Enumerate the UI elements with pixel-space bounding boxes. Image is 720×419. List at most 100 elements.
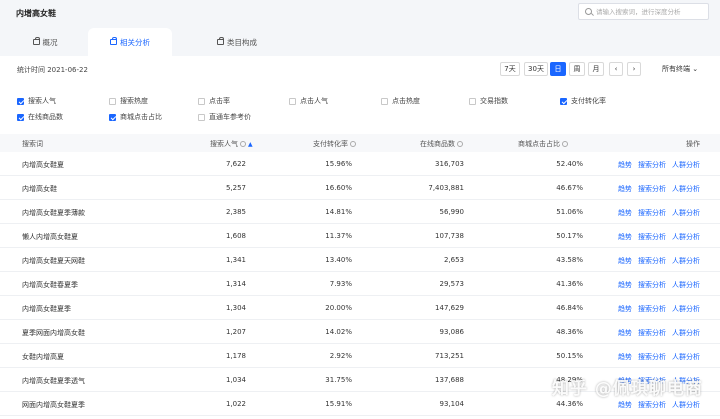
search-analysis-link[interactable]: 搜索分析 [638,328,666,338]
trend-link[interactable]: 趋势 [618,328,632,338]
search-analysis-link[interactable]: 搜索分析 [638,256,666,266]
tab-related-analysis[interactable]: 相关分析 [88,28,172,56]
cell-mall-click-ratio: 51.06% [556,208,583,216]
checkbox-checked-icon[interactable] [17,97,24,105]
metric-checkbox[interactable]: 点击人气 [289,96,328,106]
trend-link[interactable]: 趋势 [618,184,632,194]
crowd-analysis-link[interactable]: 人群分析 [672,304,700,314]
crowd-analysis-link[interactable]: 人群分析 [672,400,700,410]
cell-mall-click-ratio: 50.17% [556,232,583,240]
metric-checkbox[interactable]: 在线商品数 [17,112,63,122]
table-row: 内增高女鞋夏季薄款 2,385 14.81% 56,990 51.06% 趋势 搜索分析 人群… [0,200,720,224]
trend-link[interactable]: 趋势 [618,280,632,290]
trend-link[interactable]: 趋势 [618,232,632,242]
metric-label: 支付转化率 [571,97,606,105]
checkbox-unchecked-icon[interactable] [109,97,116,105]
checkbox-unchecked-icon[interactable] [381,97,388,105]
content-panel: 统计时间 2021-06-22 7天 30天 日 周 月 ‹ › 所有终端 ⌄ … [0,56,720,419]
search-analysis-link[interactable]: 搜索分析 [638,160,666,170]
trend-link[interactable]: 趋势 [618,352,632,362]
crowd-analysis-link[interactable]: 人群分析 [672,352,700,362]
crowd-analysis-link[interactable]: 人群分析 [672,184,700,194]
cell-conversion: 14.02% [325,328,352,336]
tab-label: 类目构成 [227,37,257,47]
checkbox-checked-icon[interactable] [109,113,116,121]
trend-link[interactable]: 趋势 [618,304,632,314]
table-row: 内增高女鞋夏 7,622 15.96% 316,703 52.40% 趋势 搜索分析 人群分析 [0,152,720,176]
metric-checkbox[interactable]: 支付转化率 [560,96,606,106]
search-analysis-link[interactable]: 搜索分析 [638,304,666,314]
crowd-analysis-link[interactable]: 人群分析 [672,328,700,338]
next-date-button[interactable]: › [627,62,641,76]
help-icon[interactable] [562,141,568,147]
tab-overview[interactable]: 概况 [20,28,70,56]
trend-link[interactable]: 趋势 [618,400,632,410]
crowd-analysis-link[interactable]: 人群分析 [672,232,700,242]
crowd-analysis-link[interactable]: 人群分析 [672,160,700,170]
checkbox-checked-icon[interactable] [17,113,24,121]
search-analysis-link[interactable]: 搜索分析 [638,352,666,362]
period-week-button[interactable]: 周 [569,62,585,76]
checkbox-unchecked-icon[interactable] [469,97,476,105]
period-day-button[interactable]: 日 [550,62,566,76]
cell-mall-click-ratio: 41.36% [556,280,583,288]
trend-link[interactable]: 趋势 [618,208,632,218]
period-month-button[interactable]: 月 [588,62,604,76]
crowd-analysis-link[interactable]: 人群分析 [672,208,700,218]
cell-keyword: 内增高女鞋春夏季 [22,281,78,289]
search-box[interactable] [578,3,709,20]
cell-conversion: 14.81% [325,208,352,216]
cell-search-popularity: 7,622 [225,160,246,168]
help-icon[interactable] [457,141,463,147]
metric-checkbox[interactable]: 点击率 [198,96,230,106]
help-icon[interactable] [240,141,246,147]
col-conversion: 支付转化率 [313,139,356,149]
search-analysis-link[interactable]: 搜索分析 [638,280,666,290]
metric-checkbox[interactable]: 点击热度 [381,96,420,106]
crowd-analysis-link[interactable]: 人群分析 [672,280,700,290]
table-row: 夏季网面内增高女鞋 1,207 14.02% 93,086 48.36% 趋势 搜索分析 人群… [0,320,720,344]
metric-checkbox[interactable]: 商城点击占比 [109,112,162,122]
cell-keyword: 内增高女鞋夏季薄款 [22,209,85,217]
col-online-goods: 在线商品数 [420,139,463,149]
search-analysis-link[interactable]: 搜索分析 [638,184,666,194]
sort-desc-icon[interactable]: ▲ [248,141,253,148]
search-input[interactable] [596,6,706,17]
help-icon[interactable] [350,141,356,147]
checkbox-unchecked-icon[interactable] [198,113,205,121]
metric-checkbox[interactable]: 交易指数 [469,96,508,106]
terminal-dropdown[interactable]: 所有终端 ⌄ [662,64,698,74]
bag-icon [110,37,117,45]
cell-mall-click-ratio: 44.36% [556,400,583,408]
trend-link[interactable]: 趋势 [618,256,632,266]
search-analysis-link[interactable]: 搜索分析 [638,232,666,242]
metric-checkbox[interactable]: 搜索人气 [17,96,56,106]
metric-label: 搜索热度 [120,97,148,105]
tab-category[interactable]: 类目构成 [208,28,266,56]
checkbox-unchecked-icon[interactable] [289,97,296,105]
cell-conversion: 11.37% [325,232,352,240]
search-analysis-link[interactable]: 搜索分析 [638,208,666,218]
checkbox-checked-icon[interactable] [560,97,567,105]
crowd-analysis-link[interactable]: 人群分析 [672,256,700,266]
cell-search-popularity: 1,207 [225,328,246,336]
period-30d-button[interactable]: 30天 [524,62,548,76]
stat-time: 统计时间 2021-06-22 [17,66,88,74]
cell-search-popularity: 1,608 [225,232,246,240]
cell-online-goods: 107,738 [435,232,464,240]
cell-conversion: 31.75% [325,376,352,384]
col-actions: 操作 [686,140,700,148]
checkbox-unchecked-icon[interactable] [198,97,205,105]
metric-label: 点击人气 [300,97,328,105]
col-search-popularity[interactable]: 搜索人气 ▲ [210,139,253,149]
metric-checkbox[interactable]: 搜索热度 [109,96,148,106]
col-label: 支付转化率 [313,140,348,148]
cell-search-popularity: 1,304 [225,304,246,312]
prev-date-button[interactable]: ‹ [609,62,623,76]
search-analysis-link[interactable]: 搜索分析 [638,400,666,410]
period-7d-button[interactable]: 7天 [500,62,520,76]
table-row: 女鞋内增高夏 1,178 2.92% 713,251 50.15% 趋势 搜索分析 人群分析 [0,344,720,368]
metric-checkbox[interactable]: 直通车参考价 [198,112,251,122]
col-label: 搜索人气 [210,140,238,148]
trend-link[interactable]: 趋势 [618,160,632,170]
